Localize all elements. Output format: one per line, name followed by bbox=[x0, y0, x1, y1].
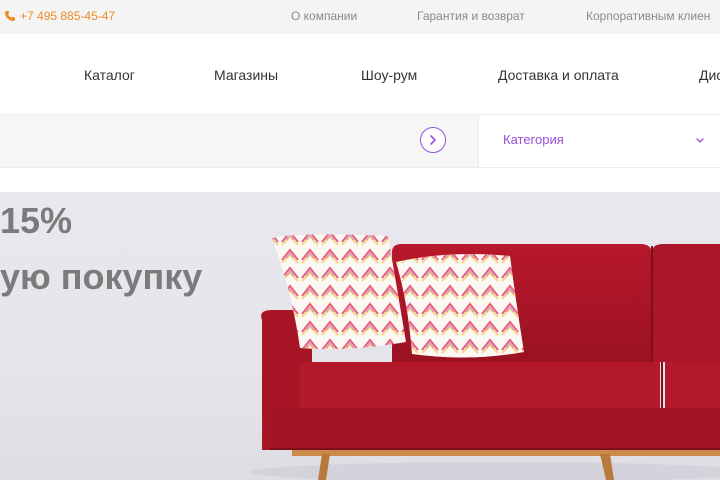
nav-item-stores[interactable]: Магазины bbox=[214, 67, 278, 83]
sofa-image bbox=[250, 234, 720, 480]
phone-icon bbox=[5, 11, 15, 21]
toplink-warranty[interactable]: Гарантия и возврат bbox=[417, 9, 525, 23]
top-bar: +7 495 885-45-47 О компании Гарантия и в… bbox=[0, 0, 720, 34]
phone-number[interactable]: +7 495 885-45-47 bbox=[20, 9, 115, 23]
hero-banner[interactable]: 15% ую покупку bbox=[0, 192, 720, 480]
chevron-right-icon bbox=[430, 135, 436, 145]
nav-item-showroom[interactable]: Шоу-рум bbox=[361, 67, 417, 83]
hero-headline-purchase: ую покупку bbox=[0, 256, 203, 297]
chevron-down-icon bbox=[696, 138, 704, 143]
category-select[interactable]: Категория bbox=[478, 115, 720, 167]
toplink-about[interactable]: О компании bbox=[291, 9, 357, 23]
nav-item-catalog[interactable]: Каталог bbox=[84, 67, 135, 83]
search-input[interactable] bbox=[0, 115, 410, 167]
search-submit-button[interactable] bbox=[420, 127, 446, 153]
nav-item-design[interactable]: Дис bbox=[699, 67, 720, 83]
hero-headline-discount: 15% bbox=[0, 200, 73, 241]
search-bar: Категория bbox=[0, 114, 720, 168]
phone-contact[interactable]: +7 495 885-45-47 bbox=[4, 8, 115, 24]
main-nav: Каталог Магазины Шоу-рум Доставка и опла… bbox=[0, 34, 720, 114]
nav-item-delivery[interactable]: Доставка и оплата bbox=[498, 67, 619, 83]
toplink-corporate[interactable]: Корпоративным клиен bbox=[586, 9, 710, 23]
category-select-label: Категория bbox=[503, 132, 564, 147]
